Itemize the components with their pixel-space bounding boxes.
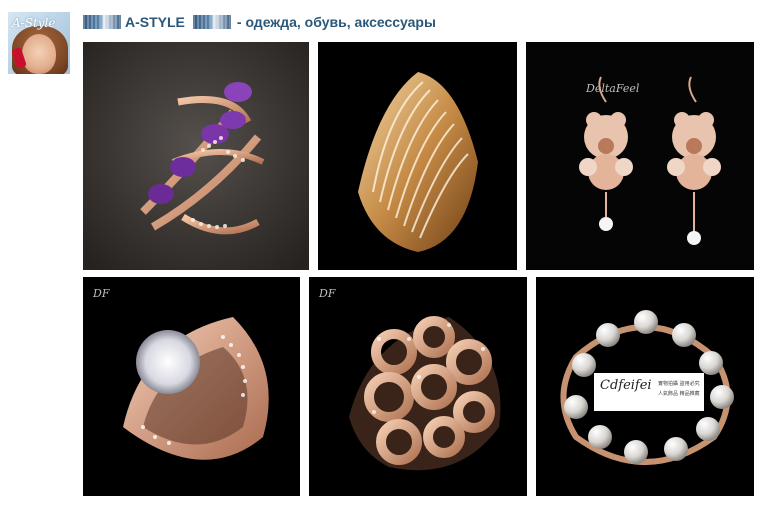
post-tagline: - одежда, обувь, аксессуары <box>236 14 436 30</box>
post-header: A-STYLE - одежда, обувь, аксессуары <box>83 12 436 32</box>
logo-sub-1: 實物拍攝 盜用必究 <box>658 380 700 387</box>
bear-earrings-photo[interactable]: DeltaFeel <box>526 42 754 270</box>
pearl-bracelet-photo[interactable]: Cdfeifei 實物拍攝 盜用必究 人氣飾品 精品推薦 <box>536 277 754 496</box>
amethyst-ring-photo[interactable] <box>83 42 309 270</box>
solitaire-ring-image: DF <box>83 277 300 496</box>
community-avatar[interactable]: A-Style <box>8 12 70 74</box>
community-name-link[interactable]: A-STYLE <box>125 14 185 30</box>
gold-crystal-ring-photo[interactable] <box>318 42 517 270</box>
circles-ring-image: DF <box>309 277 527 496</box>
logo-sub-2: 人氣飾品 精品推薦 <box>658 390 700 397</box>
avatar-watermark: A-Style <box>12 16 56 30</box>
avatar-face <box>22 34 56 74</box>
amethyst-ring-image <box>83 42 309 270</box>
bear-earrings-image: DeltaFeel <box>526 42 754 270</box>
gold-crystal-ring-image <box>318 42 517 270</box>
watermark-text: DeltaFeel <box>585 82 640 95</box>
pearl-bracelet-image: Cdfeifei 實物拍攝 盜用必究 人氣飾品 精品推薦 <box>536 277 754 496</box>
flag-icon-left <box>83 15 121 29</box>
watermark-text: DF <box>92 287 110 300</box>
logo-text: Cdfeifei <box>600 378 652 393</box>
solitaire-ring-photo[interactable]: DF <box>83 277 300 496</box>
watermark-text: DF <box>318 287 336 300</box>
flag-icon-right <box>192 15 231 29</box>
circles-ring-photo[interactable]: DF <box>309 277 527 496</box>
